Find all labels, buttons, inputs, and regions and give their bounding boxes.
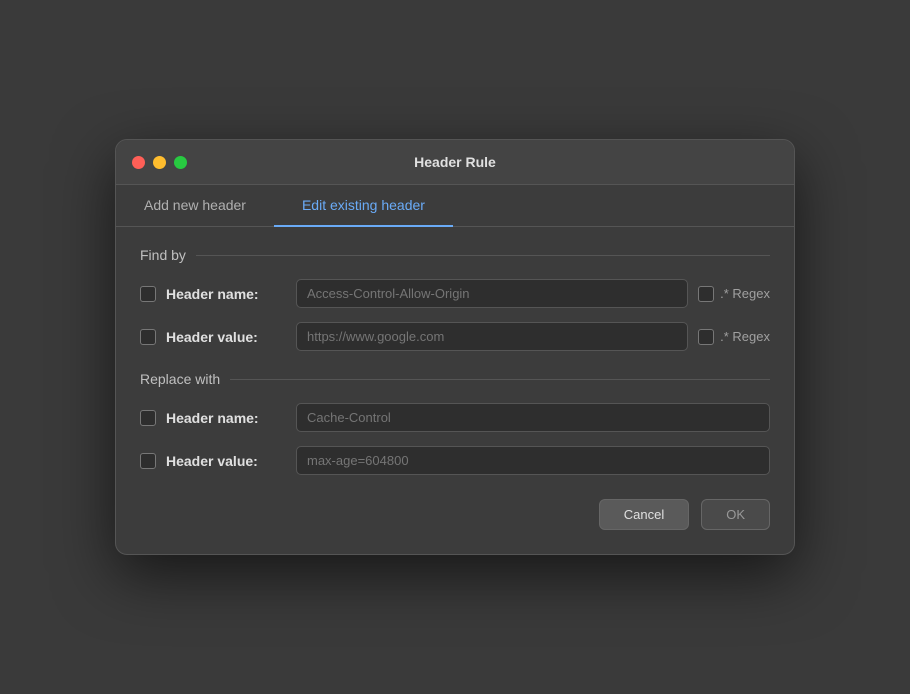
find-by-section: Find by Header name: .* Regex Header val…	[140, 247, 770, 351]
tabs-container: Add new header Edit existing header	[116, 185, 794, 227]
header-name-find-regex-checkbox[interactable]	[698, 286, 714, 302]
header-value-replace-checkbox[interactable]	[140, 453, 156, 469]
tab-edit-existing-header[interactable]: Edit existing header	[274, 185, 453, 227]
header-rule-dialog: Header Rule Add new header Edit existing…	[115, 139, 795, 555]
header-name-find-row: Header name: .* Regex	[140, 279, 770, 308]
close-button[interactable]	[132, 156, 145, 169]
header-name-replace-row: Header name:	[140, 403, 770, 432]
maximize-button[interactable]	[174, 156, 187, 169]
header-value-find-regex-group: .* Regex	[698, 329, 770, 345]
title-bar: Header Rule	[116, 140, 794, 185]
header-value-find-regex-checkbox[interactable]	[698, 329, 714, 345]
cancel-button[interactable]: Cancel	[599, 499, 689, 530]
header-value-find-checkbox[interactable]	[140, 329, 156, 345]
replace-with-section: Replace with Header name: Header value:	[140, 371, 770, 475]
header-name-replace-input[interactable]	[296, 403, 770, 432]
button-row: Cancel OK	[140, 499, 770, 530]
header-name-find-input[interactable]	[296, 279, 688, 308]
traffic-lights	[132, 156, 187, 169]
find-by-label: Find by	[140, 247, 770, 263]
dialog-content: Find by Header name: .* Regex Header val…	[116, 227, 794, 554]
header-value-find-regex-label: .* Regex	[720, 329, 770, 344]
header-value-replace-row: Header value:	[140, 446, 770, 475]
header-name-find-label: Header name:	[166, 286, 286, 302]
minimize-button[interactable]	[153, 156, 166, 169]
header-name-find-regex-group: .* Regex	[698, 286, 770, 302]
tab-add-new-header[interactable]: Add new header	[116, 185, 274, 227]
header-value-find-input[interactable]	[296, 322, 688, 351]
header-value-find-row: Header value: .* Regex	[140, 322, 770, 351]
header-name-find-checkbox[interactable]	[140, 286, 156, 302]
replace-with-label: Replace with	[140, 371, 770, 387]
header-value-replace-label: Header value:	[166, 453, 286, 469]
dialog-title: Header Rule	[414, 154, 496, 170]
header-name-replace-checkbox[interactable]	[140, 410, 156, 426]
header-value-find-label: Header value:	[166, 329, 286, 345]
header-name-find-regex-label: .* Regex	[720, 286, 770, 301]
header-name-replace-label: Header name:	[166, 410, 286, 426]
header-value-replace-input[interactable]	[296, 446, 770, 475]
ok-button[interactable]: OK	[701, 499, 770, 530]
